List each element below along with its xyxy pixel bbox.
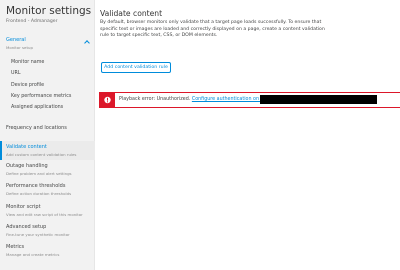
sidebar-section-desc: Manage and create metrics xyxy=(6,251,60,257)
sidebar-section-label: General xyxy=(6,37,26,43)
sidebar-section-performance-thresholds[interactable]: Performance thresholds Define action dur… xyxy=(0,183,95,196)
sidebar-section-desc: Monitor setup xyxy=(6,44,33,50)
main-content: Validate content By default, browser mon… xyxy=(95,0,400,270)
sidebar-section-label: Monitor script xyxy=(6,204,41,210)
sidebar-section-monitor-script[interactable]: Monitor script View and edit raw script … xyxy=(0,204,95,217)
sidebar-section-general[interactable]: General Monitor setup xyxy=(0,34,95,54)
add-content-validation-rule-button[interactable]: Add content validation rule xyxy=(101,62,171,73)
sidebar-section-metrics[interactable]: Metrics Manage and create metrics xyxy=(0,244,95,257)
sidebar-item-assigned-applications[interactable]: Assigned applications xyxy=(11,105,63,110)
error-alert: Playback error: Unauthorized. Configure … xyxy=(99,92,400,108)
sidebar-section-advanced-setup[interactable]: Advanced setup Fine-tune your synthetic … xyxy=(0,224,95,237)
sidebar-section-label: Validate content xyxy=(6,144,47,150)
settings-sidebar: Monitor settings Frontend - Admanager Ge… xyxy=(0,0,95,270)
sidebar-item-url[interactable]: URL xyxy=(11,71,21,76)
page-title: Validate content xyxy=(100,9,163,18)
sidebar-section-desc: View and edit raw script of this monitor xyxy=(6,211,83,217)
sidebar-item-monitor-name[interactable]: Monitor name xyxy=(11,60,44,65)
sidebar-item-key-performance-metrics[interactable]: Key performance metrics xyxy=(11,94,71,99)
error-message-text: Playback error: Unauthorized. xyxy=(119,97,192,102)
sidebar-section-desc: Fine-tune your synthetic monitor xyxy=(6,231,70,237)
error-icon xyxy=(100,93,115,107)
error-message: Playback error: Unauthorized. Configure … xyxy=(119,97,269,102)
sidebar-section-label: Outage handling xyxy=(6,163,48,169)
sidebar-section-validate-content[interactable]: Validate content Add custom content vali… xyxy=(0,141,95,160)
sidebar-section-frequency-locations[interactable]: Frequency and locations xyxy=(0,125,95,131)
sidebar-section-label: Metrics xyxy=(6,244,25,250)
sidebar-section-label: Frequency and locations xyxy=(6,125,67,131)
sidebar-section-outage-handling[interactable]: Outage handling Define problem and alert… xyxy=(0,163,95,176)
sidebar-item-device-profile[interactable]: Device profile xyxy=(11,83,44,88)
redacted-block xyxy=(260,95,377,104)
sidebar-section-desc: Add custom content validation rules xyxy=(6,151,77,157)
sidebar-section-label: Performance thresholds xyxy=(6,183,66,189)
sidebar-subtitle: Frontend - Admanager xyxy=(6,19,58,24)
sidebar-section-desc: Define problem and alert settings xyxy=(6,170,72,176)
page-description: By default, browser monitors only valida… xyxy=(100,20,325,39)
sidebar-section-label: Advanced setup xyxy=(6,224,47,230)
sidebar-title: Monitor settings xyxy=(6,5,92,17)
configure-authentication-link[interactable]: Configure authentication on site xyxy=(192,97,269,102)
sidebar-section-desc: Define action duration thresholds xyxy=(6,190,72,196)
